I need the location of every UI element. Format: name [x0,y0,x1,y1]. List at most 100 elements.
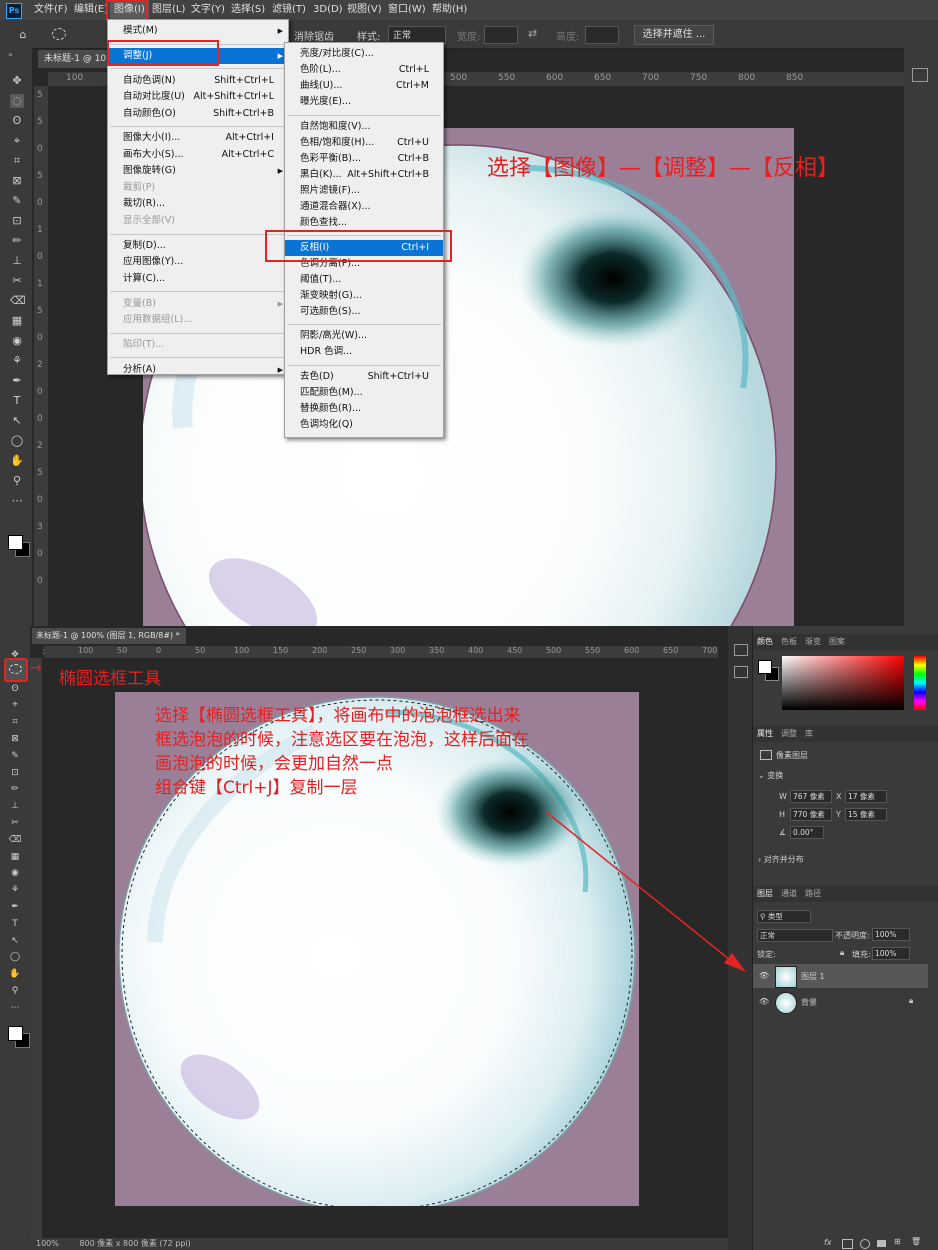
eyedropper-icon[interactable]: ✎ [10,194,24,208]
shape-tool-icon[interactable]: ◯ [10,434,24,448]
move-tool-icon[interactable]: ✥ [10,74,24,88]
lasso-tool-icon[interactable]: ʘ [10,114,24,128]
layer-name[interactable]: 背景 [801,997,817,1008]
foreground-color-icon[interactable] [8,1026,23,1041]
menu-item[interactable]: 分析(A) ▶ [108,362,288,378]
mask-icon[interactable] [842,1239,853,1249]
opacity-field[interactable]: 100% [872,928,910,941]
move-tool-icon[interactable]: ✥ [8,648,22,662]
select-and-mask-button[interactable]: 选择并遮住 ... [634,25,714,45]
panel-tab[interactable]: 颜色 [757,634,773,650]
document-tab[interactable]: 未标题-1 @ 100% (图层 1, RGB/8#) * × [32,628,186,656]
menu-item[interactable]: 自动颜色(O) Shift+Ctrl+B [108,106,288,122]
height-field[interactable]: 770 像素 [790,808,832,821]
healing-brush-icon[interactable]: ⊡ [8,766,22,780]
layer-row-1[interactable]: 👁︎ 图层 1 [753,964,928,988]
more-tools-icon[interactable]: ⋯ [10,494,24,508]
menu-item[interactable]: 色相/饱和度(H)... Ctrl+U [285,135,443,151]
menu-item[interactable]: 匹配颜色(M)... [285,385,443,401]
menu-8[interactable]: 视图(V) [343,0,386,20]
panel-icon[interactable] [912,68,928,82]
hand-tool-icon[interactable]: ✋ [8,967,22,981]
marquee-tool-icon[interactable]: ◌ [10,94,24,108]
crop-tool-icon[interactable]: ⌗ [8,715,22,729]
blend-mode-select[interactable]: 正常 [757,929,833,942]
home-icon[interactable]: ⌂ [16,28,30,42]
fill-field[interactable]: 100% [872,947,910,960]
type-tool-icon[interactable]: T [8,917,22,931]
eraser-icon[interactable]: ⌫ [10,294,26,308]
collapse-icon[interactable]: » [8,50,13,59]
panel-tab[interactable]: 属性 [757,726,773,742]
menu-10[interactable]: 帮助(H) [428,0,471,20]
menu-item[interactable]: 替换颜色(R)... [285,401,443,417]
hue-slider[interactable] [914,656,926,710]
layer-row-2[interactable]: 👁︎ 背景 🔒︎ [753,990,928,1014]
angle-field[interactable]: 0.00° [790,826,824,839]
folder-icon[interactable] [877,1240,886,1247]
foreground-color-icon[interactable] [8,535,23,550]
adjustment-icon[interactable] [860,1239,870,1249]
quick-select-icon[interactable]: ⌖ [8,698,22,712]
panel-tab[interactable]: 路径 [805,886,821,902]
menu-item[interactable]: HDR 色调... [285,344,443,360]
menu-item[interactable]: 颜色查找... [285,215,443,231]
marquee-option-icon[interactable] [52,28,66,40]
menu-item[interactable]: 阈值(T)... [285,272,443,288]
menu-item[interactable]: 阴影/高光(W)... [285,328,443,344]
frame-tool-icon[interactable]: ⊠ [10,174,24,188]
dodge-tool-icon[interactable]: ⚘ [10,354,24,368]
blur-tool-icon[interactable]: ◉ [8,866,22,880]
menu-item[interactable]: 应用图像(Y)... [108,254,288,270]
menu-item[interactable]: 自动色调(N) Shift+Ctrl+L [108,73,288,89]
path-select-icon[interactable]: ↖ [8,934,22,948]
align-title[interactable]: › 对齐并分布 [758,854,804,865]
transform-title[interactable]: ⌄ 变换 [758,770,783,781]
menu-item[interactable]: 渐变映射(G)... [285,288,443,304]
menu-item[interactable]: 黑白(K)... Alt+Shift+Ctrl+B [285,167,443,183]
delete-icon[interactable]: 🗑︎ [911,1237,921,1246]
menu-3[interactable]: 图层(L) [148,0,189,20]
layer-filter-select[interactable]: ⚲ 类型 [757,910,811,923]
pen-tool-icon[interactable]: ✒ [8,900,22,914]
menu-item[interactable]: 复制(D)... [108,238,288,254]
menu-item[interactable]: 可选颜色(S)... [285,304,443,320]
eye-icon[interactable]: 👁︎ [759,997,769,1006]
gradient-tool-icon[interactable]: ▦ [10,314,24,328]
panel-tab[interactable]: 渐变 [805,634,821,650]
menu-item[interactable]: 自动对比度(U) Alt+Shift+Ctrl+L [108,89,288,105]
stamp-tool-icon[interactable]: ⊥ [10,254,24,268]
type-tool-icon[interactable]: T [10,394,24,408]
lasso-tool-icon[interactable]: ʘ [8,682,22,696]
eye-icon[interactable]: 👁︎ [759,971,769,980]
panel-tab[interactable]: 调整 [781,726,797,742]
menu-item[interactable]: 图像旋转(G) ▶ [108,163,288,179]
frame-tool-icon[interactable]: ⊠ [8,732,22,746]
zoom-level[interactable]: 100% [36,1239,59,1248]
history-icon[interactable] [734,644,748,656]
menu-item[interactable]: 画布大小(S)... Alt+Ctrl+C [108,147,288,163]
blur-tool-icon[interactable]: ◉ [10,334,24,348]
width-input[interactable] [484,26,518,44]
menu-item[interactable]: 色彩平衡(B)... Ctrl+B [285,151,443,167]
menu-item[interactable]: 计算(C)... [108,271,288,287]
foreground-color-swatch[interactable] [758,660,772,674]
menu-7[interactable]: 3D(D) [309,0,347,20]
stamp-tool-icon[interactable]: ⊥ [8,799,22,813]
more-tools-icon[interactable]: ⋯ [8,1001,22,1015]
panel-tab[interactable]: 图层 [757,886,773,902]
menu-5[interactable]: 选择(S) [227,0,269,20]
lock-icon[interactable]: 🔒︎ [840,948,844,958]
menu-item[interactable]: 照片滤镜(F)... [285,183,443,199]
panel-tab[interactable]: 图案 [829,634,845,650]
menu-item[interactable]: 色调均化(Q) [285,417,443,433]
eyedropper-icon[interactable]: ✎ [8,749,22,763]
menu-item[interactable]: 色阶(L)... Ctrl+L [285,62,443,78]
menu-item[interactable]: 模式(M) ▶ [108,23,288,39]
brush-tool-icon[interactable]: ✏ [10,234,24,248]
zoom-tool-icon[interactable]: ⚲ [8,984,22,998]
crop-tool-icon[interactable]: ⌗ [10,154,24,168]
menu-item[interactable]: 曲线(U)... Ctrl+M [285,78,443,94]
hand-tool-icon[interactable]: ✋ [10,454,24,468]
menu-item[interactable]: 通道混合器(X)... [285,199,443,215]
